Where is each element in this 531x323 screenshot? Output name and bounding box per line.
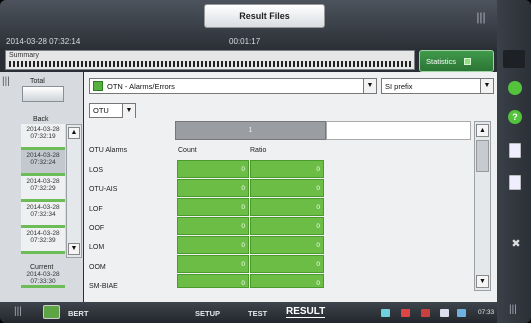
item-time: 07:32:19 [30,133,56,140]
grip-icon[interactable]: ||| [509,304,517,315]
grip-icon[interactable]: ||| [14,306,22,317]
count-cell: 0 [177,274,249,288]
statistics-indicator-icon [464,57,472,65]
list-item[interactable]: 2014-03-28 07:32:34 [21,202,65,228]
list-item[interactable]: 2014-03-28 07:32:29 [21,176,65,202]
grip-icon[interactable]: ||| [2,76,12,90]
column-header-alarms: OTU Alarms [89,147,128,154]
count-cell: 0 [177,179,249,197]
ratio-cell: 0 [250,198,324,216]
list-item[interactable]: 2014-03-28 07:32:24 [21,150,65,176]
link-icon[interactable] [401,309,410,317]
summary-timeline[interactable]: Summary [5,50,415,70]
item-time: 07:32:24 [30,159,56,166]
current-date: 2014-03-28 [26,271,60,278]
category-value: OTN - Alarms/Errors [107,81,175,91]
start-timestamp: 2014-03-28 07:32:14 [6,37,81,46]
statistics-label: Statistics [426,56,457,66]
scroll-up-icon[interactable]: ▲ [476,124,489,137]
help-icon[interactable]: ? [508,110,522,124]
summary-label: Summary [9,52,39,59]
count-cell: 0 [177,198,249,216]
row-label: OOF [89,225,105,232]
row-label: LOS [89,167,104,174]
page-spacer [326,121,471,140]
item-date: 2014-03-28 [26,178,60,185]
item-date: 2014-03-28 [26,204,60,211]
history-list: 2014-03-28 07:32:19 2014-03-28 07:32:24 … [21,124,65,254]
count-cell: 0 [177,160,249,178]
tab-result[interactable]: RESULT [286,306,326,318]
item-date: 2014-03-28 [26,230,60,237]
clock: 07:33 [478,309,495,316]
panel-toggle-button[interactable] [503,50,525,68]
current-time: 07:33:30 [30,278,56,285]
tab-test[interactable]: TEST [248,309,267,318]
current-label: Current [30,264,54,271]
grip-icon[interactable]: ||| [474,10,488,28]
chevron-down-icon[interactable]: ▼ [363,79,376,93]
row-label: LOM [89,244,105,251]
ratio-cell: 0 [250,160,324,178]
count-cell: 0 [177,217,249,235]
bert-app-icon[interactable] [43,305,60,319]
item-time: 07:32:29 [30,185,56,192]
total-label: Total [30,78,45,85]
chevron-down-icon[interactable]: ▼ [122,104,135,118]
column-header-count: Count [178,147,197,154]
ratio-cell: 0 [250,255,324,273]
chevron-down-icon[interactable]: ▼ [480,79,493,93]
scroll-down-icon[interactable]: ▼ [476,275,489,288]
row-label: OTU-AIS [89,186,118,193]
ratio-cell: 0 [250,217,324,235]
elapsed-time: 00:01:17 [229,37,261,46]
app-window: Result Files 2014-03-28 07:32:14 00:01:1… [0,0,531,323]
prefix-select[interactable]: SI prefix ▼ [381,78,494,94]
layer-value: OTU [93,106,109,115]
network-icon[interactable] [381,309,390,317]
count-cell: 0 [177,236,249,254]
row-label: OOM [89,264,106,271]
page-indicator[interactable]: 1 [175,121,326,140]
current-item[interactable]: 2014-03-28 07:33:30 [21,271,65,288]
report-icon[interactable] [509,143,521,158]
row-label: LOF [89,206,103,213]
table-scrollbar[interactable]: ▲ ▼ [474,121,491,291]
usb-icon[interactable] [457,309,466,317]
ratio-cell: 0 [250,236,324,254]
app-name[interactable]: BERT [68,309,88,318]
category-color-icon [93,81,103,91]
result-files-button[interactable]: Result Files [204,4,325,28]
total-button[interactable] [22,86,64,102]
row-label: SM-BIAE [89,283,118,290]
battery-icon[interactable] [440,309,449,317]
scroll-down-icon[interactable]: ▼ [68,243,80,255]
prefix-value: SI prefix [385,81,413,91]
signal-icon[interactable] [421,309,430,317]
item-time: 07:32:39 [30,237,56,244]
history-scrollbar[interactable]: ▲ ▼ [66,124,82,258]
statistics-button[interactable]: Statistics [419,50,494,72]
scroll-up-icon[interactable]: ▲ [68,127,80,139]
export-icon[interactable] [509,175,521,190]
item-date: 2014-03-28 [26,152,60,159]
count-cell: 0 [177,255,249,273]
list-item[interactable]: 2014-03-28 07:32:19 [21,124,65,150]
back-label: Back [33,116,49,123]
tools-icon[interactable]: ✖ [509,237,523,251]
layer-select[interactable]: OTU ▼ [89,103,136,118]
item-date: 2014-03-28 [26,126,60,133]
column-header-ratio: Ratio [250,147,267,154]
timeline-ticks [9,61,411,67]
scroll-thumb[interactable] [476,140,489,172]
tab-setup[interactable]: SETUP [195,309,220,318]
category-select[interactable]: OTN - Alarms/Errors ▼ [89,78,377,94]
ratio-cell: 0 [250,179,324,197]
item-time: 07:32:34 [30,211,56,218]
list-item[interactable]: 2014-03-28 07:32:39 [21,228,65,254]
status-led-icon[interactable] [508,81,522,95]
ratio-cell: 0 [250,274,324,288]
right-sidebar [497,0,531,323]
